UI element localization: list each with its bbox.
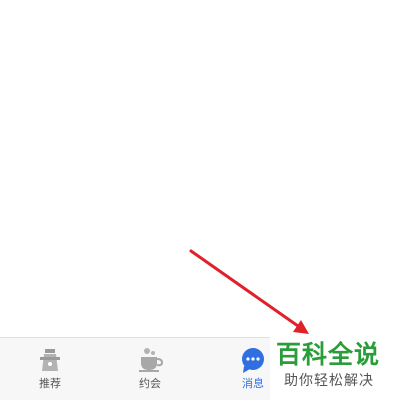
app-screen: 推荐 约会 消息 百科全说 助你轻松解决 <box>0 0 400 400</box>
tab-dating[interactable]: 约会 <box>100 338 200 400</box>
baike-watermark: 百科全说 助你轻松解决 <box>270 337 400 400</box>
coffee-cup-icon <box>139 348 164 372</box>
tab-recommend-label: 推荐 <box>39 377 61 390</box>
tab-recommend[interactable]: 推荐 <box>0 338 100 400</box>
lighthouse-icon <box>40 349 60 371</box>
tab-dating-label: 约会 <box>139 377 161 390</box>
chat-bubble-icon <box>242 348 264 373</box>
watermark-title: 百科全说 <box>276 340 381 369</box>
main-content-area <box>0 0 400 337</box>
watermark-subtitle: 助你轻松解决 <box>284 373 374 389</box>
